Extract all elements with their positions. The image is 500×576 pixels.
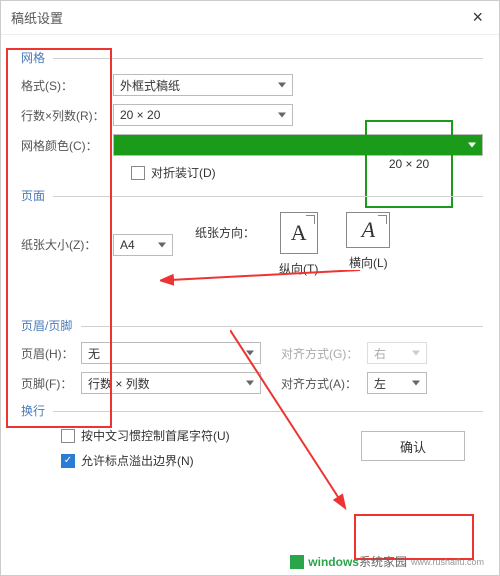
annotation-box — [354, 514, 474, 560]
orientation-landscape[interactable]: A 横向(L) — [346, 212, 390, 271]
chevron-down-icon — [278, 83, 286, 88]
rows-cols-select[interactable]: 20 × 20 — [113, 104, 293, 126]
chevron-down-icon — [412, 381, 420, 386]
chevron-down-icon — [278, 113, 286, 118]
header-footer-section-label: 页眉/页脚 — [21, 317, 483, 334]
chevron-down-icon — [468, 143, 476, 148]
chevron-down-icon — [412, 351, 420, 356]
fold-bind-label: 对折装订(D) — [151, 164, 216, 181]
chevron-down-icon — [246, 381, 254, 386]
align-a-label: 对齐方式(A)： — [281, 375, 367, 392]
portrait-label: 纵向(T) — [279, 260, 318, 277]
portrait-icon: A — [280, 212, 318, 254]
format-value: 外框式稿纸 — [120, 77, 180, 94]
grid-paper-settings-dialog: 稿纸设置 × 网格 格式(S)： 外框式稿纸 行数×列数(R)： 20 × 20 — [0, 0, 500, 576]
paper-size-value: A4 — [120, 238, 135, 252]
windows-logo-icon — [290, 555, 304, 569]
chevron-down-icon — [158, 242, 166, 247]
watermark: windows 系统家园 www.rushaifu.com — [290, 553, 484, 570]
footer-label: 页脚(F)： — [21, 375, 81, 392]
fold-bind-checkbox[interactable] — [131, 166, 145, 180]
wrap-section-label: 换行 — [21, 402, 483, 419]
format-label: 格式(S)： — [21, 77, 113, 94]
align-a-value: 左 — [374, 375, 386, 392]
chevron-down-icon — [246, 351, 254, 356]
watermark-suffix: 系统家园 — [359, 553, 407, 570]
align-g-value: 右 — [374, 345, 386, 362]
landscape-icon: A — [346, 212, 390, 248]
page-section-label: 页面 — [21, 187, 483, 204]
grid-preview-text: 20 × 20 — [389, 157, 429, 171]
grid-section-label: 网格 — [21, 49, 483, 66]
align-g-select: 右 — [367, 342, 427, 364]
titlebar: 稿纸设置 × — [1, 1, 499, 35]
punct-overflow-checkbox[interactable] — [61, 454, 75, 468]
ok-button-label: 确认 — [400, 437, 426, 456]
rows-cols-label: 行数×列数(R)： — [21, 107, 113, 124]
format-select[interactable]: 外框式稿纸 — [113, 74, 293, 96]
cjk-wrap-label: 按中文习惯控制首尾字符(U) — [81, 427, 230, 444]
grid-color-label: 网格颜色(C)： — [21, 137, 113, 154]
cjk-wrap-checkbox[interactable] — [61, 429, 75, 443]
header-label: 页眉(H)： — [21, 345, 81, 362]
close-icon[interactable]: × — [466, 7, 489, 28]
dialog-body: 网格 格式(S)： 外框式稿纸 行数×列数(R)： 20 × 20 网格颜色(C… — [1, 35, 499, 485]
orientation-portrait[interactable]: A 纵向(T) — [279, 212, 318, 277]
punct-overflow-label: 允许标点溢出边界(N) — [81, 452, 194, 469]
watermark-brand: windows — [308, 555, 359, 569]
paper-size-select[interactable]: A4 — [113, 234, 173, 256]
header-select[interactable]: 无 — [81, 342, 261, 364]
ok-button[interactable]: 确认 — [361, 431, 465, 461]
footer-value: 行数 × 列数 — [88, 375, 150, 392]
landscape-label: 横向(L) — [349, 254, 388, 271]
paper-size-label: 纸张大小(Z)： — [21, 236, 113, 253]
align-a-select[interactable]: 左 — [367, 372, 427, 394]
rows-cols-value: 20 × 20 — [120, 108, 160, 122]
dialog-title: 稿纸设置 — [11, 8, 63, 27]
header-value: 无 — [88, 345, 100, 362]
orientation-label: 纸张方向： — [195, 212, 255, 241]
footer-select[interactable]: 行数 × 列数 — [81, 372, 261, 394]
watermark-url: www.rushaifu.com — [411, 557, 484, 567]
align-g-label: 对齐方式(G)： — [281, 345, 367, 362]
